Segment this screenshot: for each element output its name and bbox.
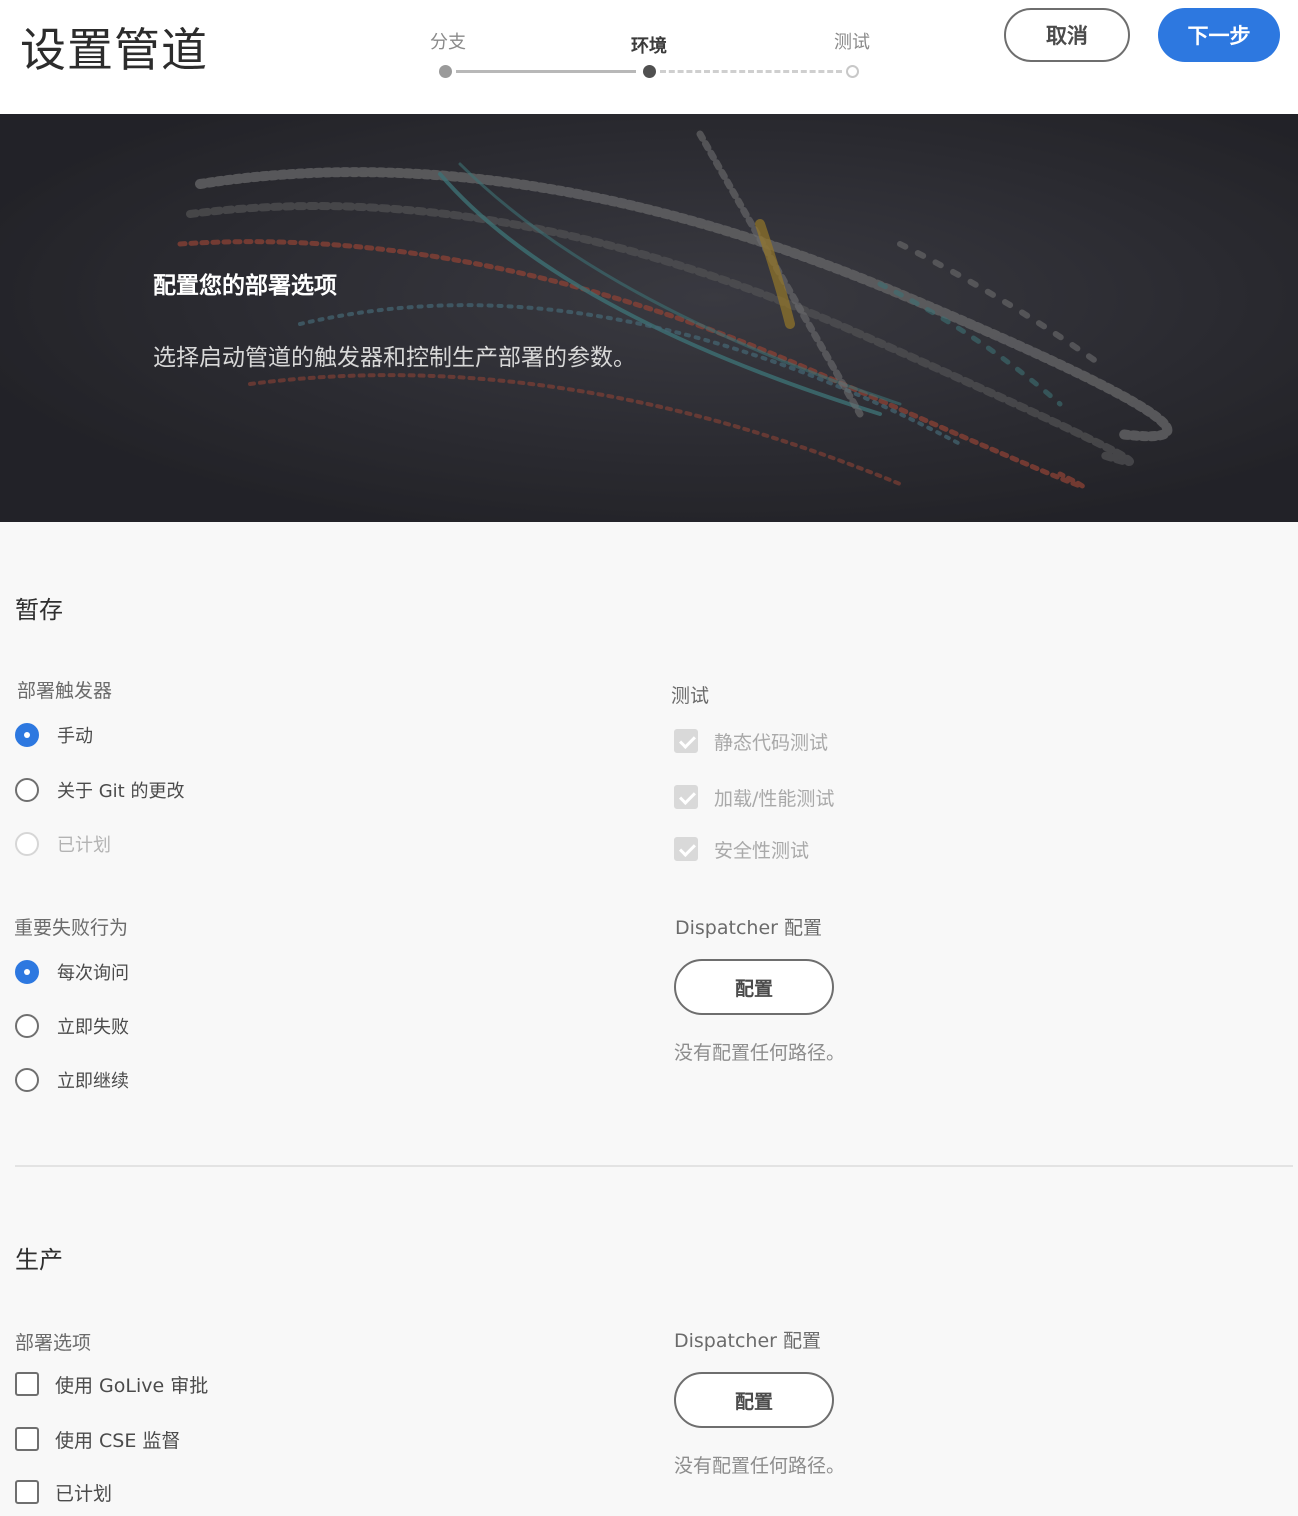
cancel-button[interactable]: 取消 — [1004, 8, 1130, 62]
hero-subtitle: 选择启动管道的触发器和控制生产部署的参数。 — [153, 345, 636, 371]
trigger-option-label: 手动 — [57, 726, 93, 747]
trigger-option-label: 关于 Git 的更改 — [57, 781, 185, 802]
staging-dispatcher-label: Dispatcher 配置 — [675, 917, 822, 939]
hero-background-graphic — [0, 114, 1298, 522]
production-dispatcher-configure-button[interactable]: 配置 — [674, 1372, 834, 1428]
failure-option-fail[interactable]: 立即失败 — [15, 1011, 129, 1041]
step-connector-done — [456, 70, 636, 73]
staging-dispatcher-configure-button[interactable]: 配置 — [674, 959, 834, 1015]
hero-banner: 配置您的部署选项 选择启动管道的触发器和控制生产部署的参数。 — [0, 114, 1298, 522]
hero-title: 配置您的部署选项 — [153, 273, 337, 299]
failure-behavior-label: 重要失败行为 — [14, 917, 129, 939]
failure-option-label: 立即失败 — [57, 1017, 129, 1038]
production-dispatcher-label: Dispatcher 配置 — [674, 1330, 821, 1352]
checkbox[interactable] — [15, 1480, 39, 1504]
radio-button-checked[interactable] — [15, 960, 39, 984]
test-option-performance: 加载/性能测试 — [674, 782, 834, 812]
section-divider — [15, 1165, 1293, 1167]
trigger-option-scheduled: 已计划 — [15, 829, 111, 859]
checkbox-disabled-checked — [674, 785, 698, 809]
radio-button[interactable] — [15, 1014, 39, 1038]
step-branch-label: 分支 — [430, 32, 466, 53]
staging-dispatcher-status: 没有配置任何路径。 — [674, 1042, 846, 1064]
test-option-label: 静态代码测试 — [714, 731, 829, 754]
step-branch-dot — [439, 65, 452, 78]
prod-option-scheduled[interactable]: 已计划 — [15, 1477, 112, 1507]
step-connector-pending — [660, 70, 842, 73]
header-bar: 设置管道 分支 环境 测试 取消 下一步 — [0, 0, 1298, 114]
radio-button[interactable] — [15, 778, 39, 802]
page-title: 设置管道 — [20, 23, 208, 77]
radio-button[interactable] — [15, 1068, 39, 1092]
test-option-label: 安全性测试 — [714, 839, 810, 862]
production-dispatcher-status: 没有配置任何路径。 — [674, 1455, 846, 1477]
radio-button-disabled — [15, 832, 39, 856]
failure-option-label: 每次询问 — [57, 963, 129, 984]
failure-option-ask[interactable]: 每次询问 — [15, 957, 129, 987]
next-button[interactable]: 下一步 — [1158, 8, 1280, 62]
test-option-label: 加载/性能测试 — [714, 787, 835, 810]
tests-label: 测试 — [671, 685, 710, 707]
production-section-title: 生产 — [15, 1246, 63, 1274]
step-test-label: 测试 — [834, 32, 870, 53]
prod-option-cse-oversight[interactable]: 使用 CSE 监督 — [15, 1424, 180, 1454]
prod-option-label: 已计划 — [55, 1482, 113, 1505]
step-environment-label: 环境 — [631, 36, 667, 57]
trigger-option-manual[interactable]: 手动 — [15, 720, 93, 750]
trigger-option-git-change[interactable]: 关于 Git 的更改 — [15, 775, 184, 805]
checkbox[interactable] — [15, 1372, 39, 1396]
prod-option-label: 使用 CSE 监督 — [55, 1429, 181, 1452]
prod-option-golive-approval[interactable]: 使用 GoLive 审批 — [15, 1369, 208, 1399]
staging-section-title: 暂存 — [15, 596, 63, 624]
radio-button-checked[interactable] — [15, 723, 39, 747]
test-option-security: 安全性测试 — [674, 834, 809, 864]
trigger-option-label: 已计划 — [57, 835, 111, 856]
prod-option-label: 使用 GoLive 审批 — [55, 1374, 209, 1397]
checkbox-disabled-checked — [674, 729, 698, 753]
test-option-code-quality: 静态代码测试 — [674, 726, 828, 756]
failure-option-label: 立即继续 — [57, 1071, 129, 1092]
step-test-dot — [846, 65, 859, 78]
failure-option-continue[interactable]: 立即继续 — [15, 1065, 129, 1095]
checkbox-disabled-checked — [674, 837, 698, 861]
deploy-trigger-label: 部署触发器 — [17, 680, 113, 702]
step-environment-dot — [643, 65, 656, 78]
wizard-stepper: 分支 环境 测试 — [420, 28, 880, 88]
deploy-options-label: 部署选项 — [15, 1332, 92, 1354]
checkbox[interactable] — [15, 1427, 39, 1451]
